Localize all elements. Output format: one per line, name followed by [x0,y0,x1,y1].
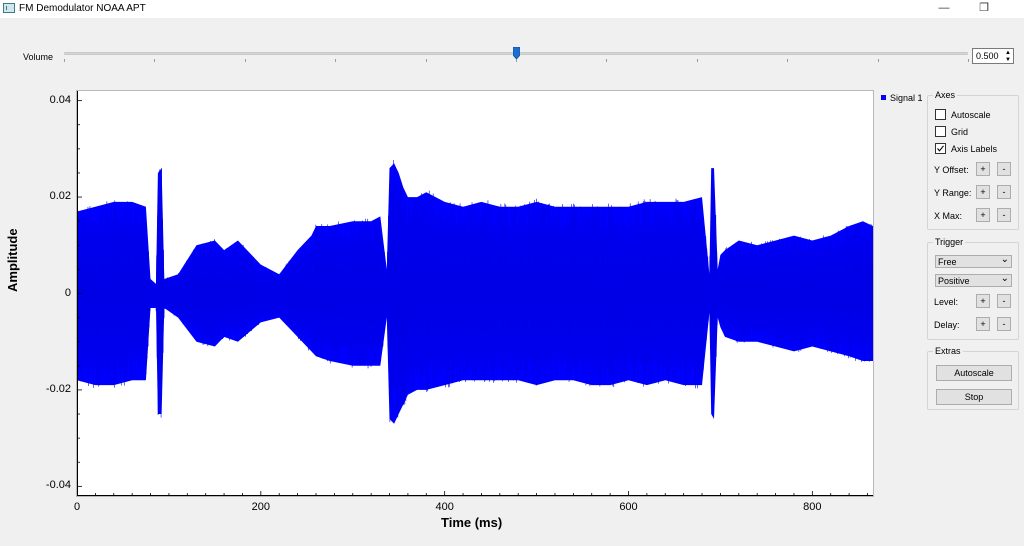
x-tick-label: 800 [803,501,822,513]
chevron-down-icon: ⌄ [1000,254,1009,265]
extras-group-title: Extras [933,346,963,356]
volume-slider-ticks [64,59,969,62]
title-bar: FM Demodulator NOAA APT — ❐ [0,0,1024,18]
signal-plot [76,91,874,496]
trigger-slope-value: Positive [938,276,970,286]
y-axis-label: Amplitude [5,228,20,292]
minimize-button[interactable]: — [924,0,964,18]
y-tick-label: 0 [64,286,71,299]
trigger-slope-select[interactable]: Positive ⌄ [935,273,1012,287]
x-tick-label: 0 [73,501,81,513]
volume-label: Volume [23,52,54,62]
stop-button[interactable]: Stop [936,389,1012,405]
y-tick-label: -0.02 [45,382,71,395]
autoscale-checkbox-label: Autoscale [951,110,991,120]
volume-value: 0.500 [976,51,999,61]
slider-tick [516,59,517,62]
chevron-down-icon: ⌄ [1000,273,1009,284]
signal-1-line [76,160,874,423]
legend-label: Signal 1 [890,93,923,103]
slider-tick [877,59,879,62]
slider-tick [335,59,337,62]
x-max-minus-button[interactable]: - [997,208,1011,222]
y-range-plus-button[interactable]: + [976,185,990,199]
slider-tick [425,59,427,62]
x-max-plus-button[interactable]: + [976,208,990,222]
axis-labels-checkbox-label: Axis Labels [951,144,998,154]
trigger-level-label: Level: [934,297,959,307]
y-offset-label: Y Offset: [934,165,969,175]
slider-tick [244,59,246,62]
trigger-delay-minus-button[interactable]: - [997,317,1011,331]
x-tick-label: 200 [251,501,270,513]
volume-spinbox[interactable]: 0.500 ▲ ▼ [972,48,1014,64]
x-axis-label: Time (ms) [441,515,503,530]
slider-tick [154,59,156,62]
trigger-delay-plus-button[interactable]: + [976,317,990,331]
legend-swatch [881,95,886,100]
app-icon [3,3,15,13]
slider-tick [696,59,698,62]
slider-tick [64,59,65,62]
axes-group-title: Axes [933,90,958,100]
grid-checkbox-label: Grid [951,127,969,137]
autoscale-button[interactable]: Autoscale [936,365,1012,381]
y-range-label: Y Range: [934,188,972,198]
y-range-minus-button[interactable]: - [997,185,1011,199]
maximize-button[interactable]: ❐ [964,0,1004,18]
axes-group: Axes Autoscale Grid Axis Labels Y Offset… [927,90,1019,230]
trigger-level-minus-button[interactable]: - [997,294,1011,308]
plot-legend: Signal 1 [881,93,923,103]
window-title: FM Demodulator NOAA APT [19,3,146,14]
y-offset-plus-button[interactable]: + [976,162,990,176]
x-max-label: X Max: [934,211,963,221]
y-tick-label: -0.04 [45,479,71,492]
slider-tick [968,59,969,62]
extras-group: Extras Autoscale Stop [927,346,1019,410]
y-offset-minus-button[interactable]: - [997,162,1011,176]
volume-slider-handle[interactable] [512,47,520,59]
autoscale-checkbox[interactable] [935,109,946,120]
spin-up-icon[interactable]: ▲ [1005,50,1011,56]
trigger-delay-label: Delay: [934,320,960,330]
y-tick-label: 0.02 [49,190,71,203]
trigger-group: Trigger Free ⌄ Positive ⌄ Level: + - Del… [927,237,1019,340]
trigger-mode-select[interactable]: Free ⌄ [935,254,1012,268]
x-tick-label: 600 [619,501,638,513]
slider-tick [606,59,608,62]
spin-down-icon[interactable]: ▼ [1005,57,1011,63]
trigger-group-title: Trigger [933,237,966,247]
checkmark-icon [937,145,944,152]
grid-checkbox[interactable] [935,126,946,137]
volume-spin-arrows[interactable]: ▲ ▼ [1003,49,1013,63]
trigger-mode-value: Free [938,257,957,267]
trigger-level-plus-button[interactable]: + [976,294,990,308]
y-tick-label: 0.04 [49,93,71,106]
plot-canvas[interactable] [76,90,874,497]
axis-labels-checkbox[interactable] [935,143,946,154]
x-tick-label: 400 [435,501,454,513]
slider-tick [787,59,789,62]
